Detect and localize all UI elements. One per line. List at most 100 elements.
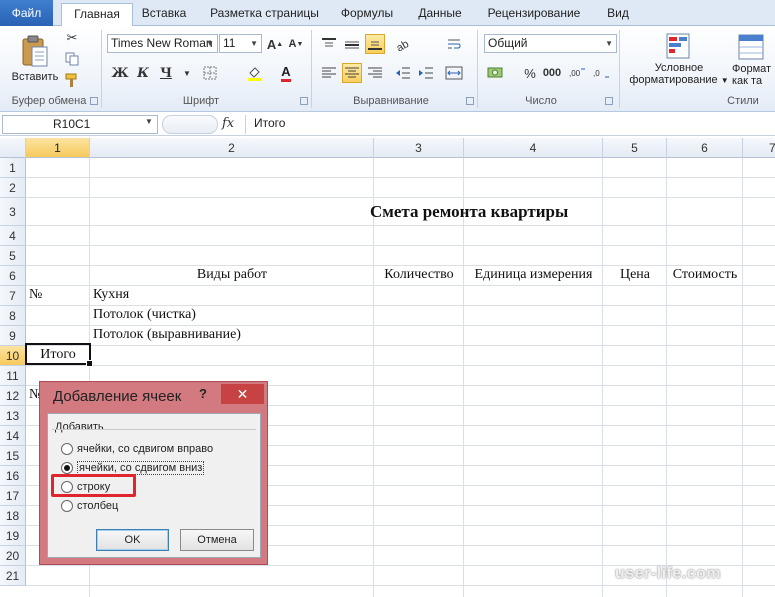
grow-font-icon[interactable]: A ▲ [265,34,285,54]
font-size-select[interactable]: 11 ▼ [219,34,262,53]
tab-view[interactable]: Вид [600,3,636,26]
tab-insert[interactable]: Вставка [140,3,188,26]
row-header[interactable]: 20 [0,546,26,566]
row-header[interactable]: 5 [0,246,26,266]
radio-shift-right[interactable]: ячейки, со сдвигом вправо [61,441,213,457]
header-work-types-cell[interactable]: Виды работ [90,265,374,285]
header-quantity-cell[interactable]: Количество [374,265,464,285]
merge-center-icon[interactable] [444,63,464,83]
font-name-select[interactable]: Times New Roman ▼ [107,34,218,53]
shrink-font-icon[interactable]: A ▼ [286,34,306,54]
row-header[interactable]: 16 [0,466,26,486]
row-header[interactable]: 14 [0,426,26,446]
column-header[interactable]: 1 [26,138,90,158]
align-middle-icon[interactable] [342,34,362,54]
radio-button[interactable] [61,462,73,474]
work-item-cell[interactable]: Потолок (выравнивание) [93,325,241,345]
header-unit-cell[interactable]: Единица измерения [464,265,603,285]
row-header[interactable]: 19 [0,526,26,546]
percent-button[interactable]: % [520,63,540,83]
header-cost-cell[interactable]: Стоимость [667,265,743,285]
clipboard-launcher-icon[interactable] [90,97,98,105]
borders-icon[interactable] [200,63,220,83]
tab-review[interactable]: Рецензирование [482,3,586,26]
radio-button[interactable] [61,500,73,512]
radio-entire-column[interactable]: столбец [61,498,118,514]
column-header[interactable]: 4 [464,138,603,158]
cancel-button[interactable]: Отмена [180,529,254,551]
format-as-table-button[interactable]: Формат как та [732,28,775,92]
work-item-cell[interactable]: Потолок (чистка) [93,305,196,325]
row-header[interactable]: 21 [0,566,26,586]
ok-button[interactable]: OK [96,529,169,551]
copy-icon[interactable] [62,49,82,69]
row-header[interactable]: 11 [0,366,26,386]
row-header[interactable]: 15 [0,446,26,466]
align-top-icon[interactable] [319,34,339,54]
sheet-title-cell[interactable]: Смета ремонта квартиры [370,202,568,222]
conditional-formatting-button[interactable]: Условное форматирование ▼ [626,28,732,92]
underline-button[interactable]: Ч [156,63,176,83]
chevron-down-icon[interactable]: ▼ [177,63,197,83]
font-color-icon[interactable]: A [276,63,296,83]
increase-decimal-icon[interactable]: ,00 [568,63,588,83]
column-header[interactable]: 6 [667,138,743,158]
decrease-indent-icon[interactable] [393,63,413,83]
font-launcher-icon[interactable] [300,97,308,105]
row-header[interactable]: 12 [0,386,26,406]
paste-button[interactable]: Вставить [8,28,62,90]
row-header[interactable]: 10 [0,346,26,366]
italic-button[interactable]: К [133,63,153,83]
close-button[interactable]: ✕ [221,384,264,404]
number-format-select[interactable]: Общий ▼ [484,34,617,53]
column-header[interactable]: 2 [90,138,374,158]
bold-button[interactable]: Ж [110,63,130,83]
row-header[interactable]: 6 [0,266,26,286]
name-box[interactable]: R10C1 [2,115,158,134]
align-center-icon[interactable] [342,63,362,83]
row-header[interactable]: 7 [0,286,26,306]
tab-home[interactable]: Главная [61,3,133,27]
chevron-down-icon[interactable]: ▼ [145,117,153,126]
fill-color-icon[interactable] [245,63,265,83]
dialog-titlebar[interactable]: Добавление ячеек ? ✕ [40,382,267,412]
increase-indent-icon[interactable] [416,63,436,83]
row-header[interactable]: 18 [0,506,26,526]
align-right-icon[interactable] [365,63,385,83]
formula-input[interactable]: Итого [254,116,285,130]
select-all-corner[interactable] [0,138,26,158]
row-header[interactable]: 2 [0,178,26,198]
row-header[interactable]: 4 [0,226,26,246]
row-header[interactable]: 8 [0,306,26,326]
radio-button[interactable] [61,443,73,455]
cut-icon[interactable]: ✂ [62,28,82,48]
tab-formulas[interactable]: Формулы [336,3,398,26]
insert-function-button[interactable]: fx [222,116,234,131]
tab-data[interactable]: Данные [412,3,468,26]
number-cell[interactable]: № [29,285,42,305]
help-button[interactable]: ? [199,386,207,401]
row-header[interactable]: 9 [0,326,26,346]
thousands-separator-button[interactable]: 000 [542,63,562,83]
formula-bar-resize-handle[interactable] [162,115,218,134]
decrease-decimal-icon[interactable]: ,0 [592,63,612,83]
column-header[interactable]: 7 [743,138,775,158]
row-header[interactable]: 1 [0,158,26,178]
align-left-icon[interactable] [319,63,339,83]
alignment-launcher-icon[interactable] [466,97,474,105]
tab-page-layout[interactable]: Разметка страницы [206,3,323,26]
number-launcher-icon[interactable] [605,97,613,105]
align-bottom-icon[interactable] [365,34,385,54]
column-header[interactable]: 3 [374,138,464,158]
row-header[interactable]: 3 [0,198,26,226]
orientation-icon[interactable]: ab [393,34,413,54]
tab-file[interactable]: Файл [0,0,53,26]
format-painter-icon[interactable] [62,70,82,90]
row-header[interactable]: 13 [0,406,26,426]
currency-icon[interactable] [486,63,506,83]
wrap-text-icon[interactable] [444,34,464,54]
header-price-cell[interactable]: Цена [603,265,667,285]
row-header[interactable]: 17 [0,486,26,506]
work-item-cell[interactable]: Кухня [93,285,129,305]
column-header[interactable]: 5 [603,138,667,158]
